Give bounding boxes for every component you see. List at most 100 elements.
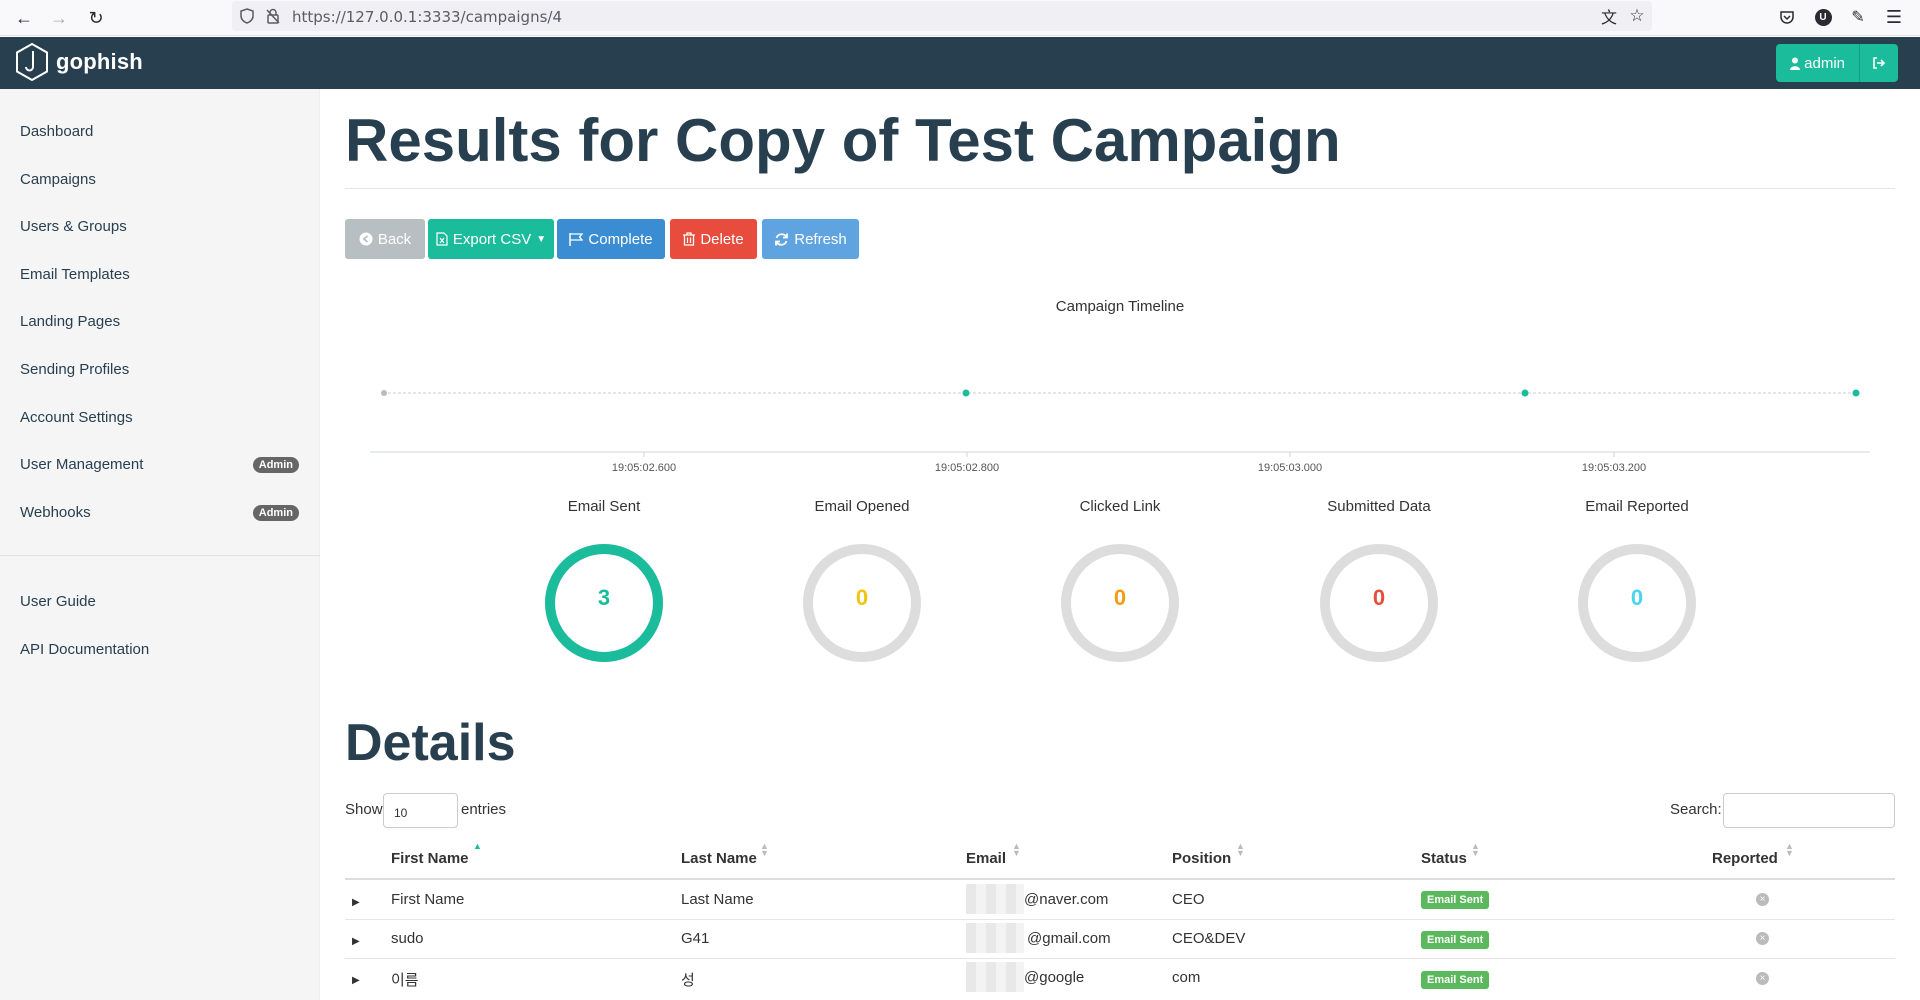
cell-last-name: 성 (681, 972, 695, 989)
extension-ublock-icon[interactable]: U (1812, 6, 1834, 28)
complete-button[interactable]: Complete (557, 219, 665, 259)
gophish-logo-icon (16, 42, 48, 82)
sidebar-item-campaigns[interactable]: Campaigns (20, 171, 96, 188)
menu-icon[interactable]: ☰ (1883, 6, 1905, 28)
export-csv-button[interactable]: Export CSV ▼ (428, 219, 554, 259)
expand-row-icon[interactable]: ▶ (352, 897, 360, 908)
brand-logo[interactable]: gophish (14, 42, 143, 82)
column-header-first-name[interactable]: First Name (391, 850, 469, 867)
cell-first-name: 이름 (391, 972, 419, 989)
admin-badge: Admin (252, 505, 299, 521)
pocket-icon[interactable] (1776, 6, 1798, 28)
address-bar[interactable]: https://127.0.0.1:3333/campaigns/4 文 ☆ (232, 1, 1652, 31)
sidebar-item-webhooks[interactable]: Webhooks (20, 504, 91, 521)
sidebar-item-sending-profiles[interactable]: Sending Profiles (20, 361, 129, 378)
sidebar-item-landing-pages[interactable]: Landing Pages (20, 313, 120, 330)
sidebar-item-api-documentation[interactable]: API Documentation (20, 641, 149, 658)
stat-label-clicked-link: Clicked Link (1079, 498, 1161, 515)
trash-icon (683, 232, 696, 246)
forward-arrow-icon[interactable]: → (45, 4, 73, 32)
sort-asc-icon[interactable]: ▲ (473, 842, 482, 851)
expand-row-icon[interactable]: ▶ (352, 975, 360, 986)
user-icon (1790, 57, 1801, 70)
redacted-email-local-part (966, 923, 1024, 953)
cell-email: @google (1024, 969, 1085, 986)
stat-label-email-opened: Email Opened (814, 498, 910, 515)
expand-row-icon[interactable]: ▶ (352, 936, 360, 947)
stat-label-email-sent: Email Sent (567, 498, 641, 515)
axis-tick-label: 19:05:03.200 (1582, 462, 1646, 474)
cell-position: com (1172, 969, 1201, 986)
cell-first-name: sudo (391, 930, 424, 947)
brand-name: gophish (56, 49, 143, 74)
sort-icon[interactable]: ▲ ▼ (1785, 842, 1794, 858)
sidebar-item-user-guide[interactable]: User Guide (20, 593, 96, 610)
sort-icon[interactable]: ▲ ▼ (1012, 842, 1021, 858)
flag-icon (569, 232, 584, 246)
cell-last-name: G41 (681, 930, 710, 947)
details-heading: Details (345, 714, 516, 772)
timeline-event-dot[interactable] (962, 389, 970, 397)
admin-user-button[interactable]: admin (1776, 44, 1860, 82)
search-input[interactable] (1723, 793, 1895, 828)
timeline-title: Campaign Timeline (1055, 298, 1185, 315)
sidebar-item-user-management[interactable]: User Management (20, 456, 143, 473)
caret-down-icon: ▼ (536, 233, 547, 245)
arrow-circle-left-icon (359, 232, 373, 246)
back-arrow-icon[interactable]: ← (10, 4, 38, 32)
refresh-icon (775, 232, 789, 246)
column-header-position[interactable]: Position (1172, 850, 1231, 867)
status-badge: Email Sent (1421, 891, 1490, 909)
title-divider (345, 188, 1895, 189)
status-badge: Email Sent (1421, 931, 1490, 949)
back-button[interactable]: Back (345, 219, 425, 259)
extensions-puzzle-icon[interactable]: ✎ (1847, 6, 1869, 28)
sidebar-item-account-settings[interactable]: Account Settings (20, 409, 133, 426)
column-header-email[interactable]: Email (966, 850, 1006, 867)
sign-out-icon (1873, 57, 1886, 69)
url-text: https://127.0.0.1:3333/campaigns/4 (292, 8, 562, 26)
sidebar-item-dashboard[interactable]: Dashboard (20, 123, 93, 140)
star-icon[interactable]: ☆ (1626, 5, 1648, 27)
sort-icon[interactable]: ▲ ▼ (760, 842, 769, 858)
complete-label: Complete (588, 230, 653, 248)
admin-badge: Admin (252, 457, 299, 473)
logout-button[interactable] (1860, 44, 1898, 82)
row-divider (345, 958, 1895, 959)
sort-icon[interactable]: ▲ ▼ (1236, 842, 1245, 858)
timeline-event-dot[interactable] (1521, 389, 1529, 397)
translate-icon[interactable]: 文 (1598, 5, 1620, 27)
redacted-email-local-part (966, 962, 1024, 992)
cell-position: CEO&DEV (1172, 930, 1246, 947)
stat-value-email-opened: 0 (855, 585, 869, 610)
sort-icon[interactable]: ▲ ▼ (1471, 842, 1480, 858)
export-csv-label: Export CSV (452, 230, 532, 248)
axis-tick-label: 19:05:02.600 (612, 462, 676, 474)
search-label: Search: (1670, 801, 1722, 818)
column-header-last-name[interactable]: Last Name (681, 850, 757, 867)
campaign-timeline-chart: 19:05:02.600 19:05:02.800 19:05:03.000 1… (370, 389, 1870, 474)
shield-icon (240, 8, 254, 24)
axis-tick-label: 19:05:02.800 (935, 462, 999, 474)
timeline-event-dot[interactable] (381, 390, 387, 396)
stat-value-submitted-data: 0 (1372, 585, 1386, 610)
sidebar-item-users-groups[interactable]: Users & Groups (20, 218, 127, 235)
file-excel-icon (436, 232, 448, 246)
redacted-email-local-part (966, 884, 1024, 914)
column-header-reported[interactable]: Reported (1712, 850, 1778, 867)
status-badge: Email Sent (1421, 971, 1490, 989)
refresh-label: Refresh (794, 230, 847, 248)
sidebar-item-email-templates[interactable]: Email Templates (20, 266, 130, 283)
reload-icon[interactable]: ↻ (82, 4, 110, 32)
page-size-select[interactable]: 10 (383, 793, 458, 828)
column-header-status[interactable]: Status (1421, 850, 1467, 867)
timeline-event-dot[interactable] (1852, 389, 1860, 397)
page-title: Results for Copy of Test Campaign (345, 107, 1341, 174)
row-divider (345, 919, 1895, 920)
delete-button[interactable]: Delete (670, 219, 757, 259)
stat-value-clicked-link: 0 (1113, 585, 1127, 610)
refresh-button[interactable]: Refresh (762, 219, 859, 259)
cell-email: @naver.com (1024, 891, 1109, 908)
lock-warning-icon (266, 8, 280, 24)
stat-label-email-reported: Email Reported (1585, 498, 1689, 515)
